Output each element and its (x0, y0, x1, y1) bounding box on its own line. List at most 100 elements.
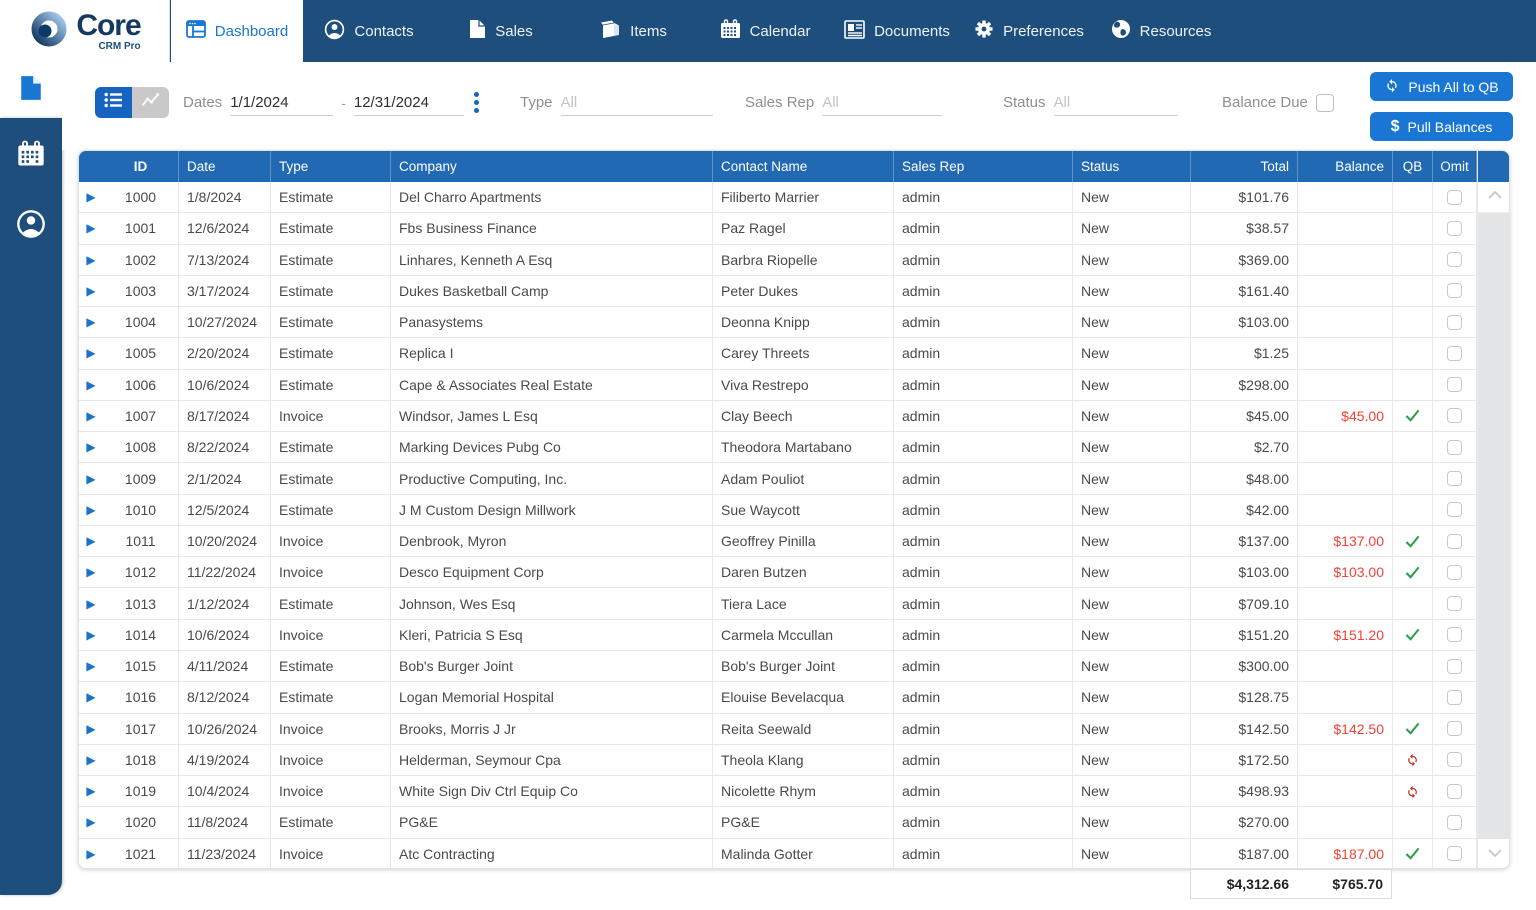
row-expand-arrow[interactable]: ▶ (79, 338, 103, 368)
qb-sync-pending-icon[interactable] (1393, 776, 1433, 807)
table-row[interactable]: ▶ 1012 11/22/2024 Invoice Desco Equipment Co… (79, 557, 1477, 589)
row-expand-arrow[interactable]: ▶ (79, 714, 103, 744)
qb-synced-icon[interactable] (1393, 713, 1433, 744)
omit-checkbox[interactable] (1447, 252, 1462, 268)
row-expand-arrow[interactable]: ▶ (79, 495, 103, 525)
table-row[interactable]: ▶ 1014 10/6/2024 Invoice Kleri, Patricia S E… (79, 619, 1477, 651)
row-expand-arrow[interactable]: ▶ (79, 526, 103, 556)
row-expand-arrow[interactable]: ▶ (79, 182, 103, 212)
sidebar-item-contacts[interactable] (0, 198, 62, 254)
omit-checkbox[interactable] (1447, 439, 1462, 455)
omit-checkbox[interactable] (1447, 689, 1462, 705)
tab-preferences[interactable]: Preferences (963, 0, 1095, 62)
omit-checkbox[interactable] (1447, 189, 1462, 205)
row-expand-arrow[interactable]: ▶ (79, 807, 103, 837)
column-header-date[interactable]: Date (179, 151, 271, 182)
qb-sync-pending-icon[interactable] (1393, 744, 1433, 776)
row-expand-arrow[interactable]: ▶ (79, 620, 103, 650)
row-expand-arrow[interactable]: ▶ (79, 276, 103, 306)
column-header-company[interactable]: Company (391, 151, 713, 182)
qb-synced-icon[interactable] (1393, 557, 1433, 588)
sales-rep-input[interactable] (822, 89, 943, 116)
row-expand-arrow[interactable]: ▶ (79, 401, 103, 431)
omit-checkbox[interactable] (1447, 596, 1462, 612)
column-header-total[interactable]: Total (1191, 151, 1298, 182)
table-row[interactable]: ▶ 1008 8/22/2024 Estimate Marking Devices Pu… (79, 432, 1477, 464)
column-header-status[interactable]: Status (1073, 151, 1191, 182)
tab-items[interactable]: Items (567, 0, 699, 62)
table-row[interactable]: ▶ 1018 4/19/2024 Invoice Helderman, Seymour … (79, 744, 1477, 777)
type-input[interactable] (560, 89, 713, 116)
omit-checkbox[interactable] (1447, 783, 1462, 799)
table-row[interactable]: ▶ 1002 7/13/2024 Estimate Linhares, Kenneth … (79, 244, 1477, 276)
tab-sales[interactable]: Sales (435, 0, 567, 62)
table-row[interactable]: ▶ 1007 8/17/2024 Invoice Windsor, James L Es… (79, 400, 1477, 433)
row-expand-arrow[interactable]: ▶ (79, 588, 103, 618)
table-row[interactable]: ▶ 1011 10/20/2024 Invoice Denbrook, Myron Geo… (79, 525, 1477, 558)
date-from-input[interactable] (230, 89, 334, 116)
qb-synced-icon[interactable] (1393, 525, 1433, 557)
omit-checkbox[interactable] (1447, 846, 1462, 862)
scrollbar-track[interactable] (1478, 213, 1509, 839)
row-expand-arrow[interactable]: ▶ (79, 776, 103, 806)
omit-checkbox[interactable] (1447, 220, 1462, 236)
omit-checkbox[interactable] (1447, 283, 1462, 299)
chart-view-button[interactable] (132, 87, 169, 118)
omit-checkbox[interactable] (1447, 627, 1462, 643)
tab-resources[interactable]: Resources (1095, 0, 1227, 62)
scroll-up-button[interactable] (1478, 182, 1509, 213)
column-header-omit[interactable]: Omit (1433, 151, 1477, 182)
tab-dashboard[interactable]: Dashboard (171, 0, 303, 62)
omit-checkbox[interactable] (1447, 408, 1462, 424)
qb-synced-icon[interactable] (1393, 400, 1433, 432)
column-header-contact[interactable]: Contact Name (713, 151, 894, 182)
tab-contacts[interactable]: Contacts (303, 0, 435, 62)
table-row[interactable]: ▶ 1016 8/12/2024 Estimate Logan Memorial Hos… (79, 682, 1477, 714)
sidebar-item-documents[interactable] (0, 62, 62, 118)
table-row[interactable]: ▶ 1010 12/5/2024 Estimate J M Custom Design … (79, 494, 1477, 526)
omit-checkbox[interactable] (1447, 752, 1462, 768)
push-all-to-qb-button[interactable]: Push All to QB (1370, 72, 1513, 101)
column-header-id[interactable]: ID (103, 151, 179, 182)
pull-balances-button[interactable]: $ Pull Balances (1370, 112, 1513, 141)
tab-calendar[interactable]: Calendar (699, 0, 831, 62)
row-expand-arrow[interactable]: ▶ (79, 213, 103, 243)
qb-synced-icon[interactable] (1393, 838, 1433, 868)
table-row[interactable]: ▶ 1013 1/12/2024 Estimate Johnson, Wes Esq Ti… (79, 588, 1477, 620)
scroll-down-button[interactable] (1478, 839, 1509, 868)
table-row[interactable]: ▶ 1017 10/26/2024 Invoice Brooks, Morris J J… (79, 713, 1477, 745)
row-expand-arrow[interactable]: ▶ (79, 245, 103, 275)
row-expand-arrow[interactable]: ▶ (79, 557, 103, 587)
row-expand-arrow[interactable]: ▶ (79, 432, 103, 462)
row-expand-arrow[interactable]: ▶ (79, 682, 103, 712)
table-row[interactable]: ▶ 1001 12/6/2024 Estimate Fbs Business Finan… (79, 213, 1477, 245)
qb-synced-icon[interactable] (1393, 619, 1433, 650)
table-row[interactable]: ▶ 1009 2/1/2024 Estimate Productive Computin… (79, 463, 1477, 495)
sidebar-item-calendar[interactable] (0, 128, 62, 184)
column-header-type[interactable]: Type (271, 151, 391, 182)
omit-checkbox[interactable] (1447, 345, 1462, 361)
omit-checkbox[interactable] (1447, 658, 1462, 674)
date-to-input[interactable] (353, 89, 464, 116)
row-expand-arrow[interactable]: ▶ (79, 745, 103, 775)
omit-checkbox[interactable] (1447, 721, 1462, 737)
status-input[interactable] (1053, 89, 1178, 116)
table-row[interactable]: ▶ 1004 10/27/2024 Estimate Panasystems Deonna… (79, 307, 1477, 339)
column-header-rep[interactable]: Sales Rep (894, 151, 1073, 182)
balance-due-checkbox[interactable] (1315, 93, 1334, 112)
table-row[interactable]: ▶ 1005 2/20/2024 Estimate Replica I Carey Thr… (79, 338, 1477, 370)
date-options-kebab-icon[interactable] (467, 89, 485, 115)
omit-checkbox[interactable] (1447, 814, 1462, 830)
row-expand-arrow[interactable]: ▶ (79, 307, 103, 337)
table-row[interactable]: ▶ 1021 11/23/2024 Invoice Atc Contracting Mal… (79, 838, 1477, 868)
omit-checkbox[interactable] (1447, 564, 1462, 580)
column-header-qb[interactable]: QB (1393, 151, 1433, 182)
tab-documents[interactable]: Documents (831, 0, 963, 62)
omit-checkbox[interactable] (1447, 502, 1462, 518)
omit-checkbox[interactable] (1447, 377, 1462, 393)
column-header-balance[interactable]: Balance (1298, 151, 1393, 182)
row-expand-arrow[interactable]: ▶ (79, 463, 103, 493)
row-expand-arrow[interactable]: ▶ (79, 651, 103, 681)
table-row[interactable]: ▶ 1006 10/6/2024 Estimate Cape & Associates … (79, 369, 1477, 401)
omit-checkbox[interactable] (1447, 471, 1462, 487)
